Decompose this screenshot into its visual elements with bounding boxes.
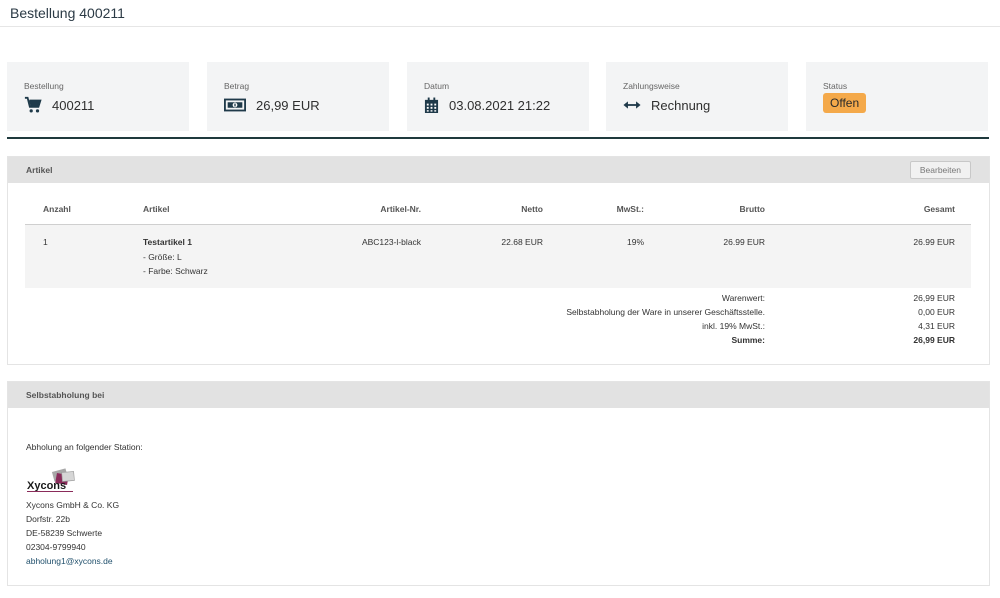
stat-label-amount: Betrag	[224, 81, 250, 91]
page-header: Bestellung 400211	[0, 0, 1000, 27]
summary-value-pickup: 0,00 EUR	[918, 307, 955, 317]
cell-article-option-size: - Größe: L	[143, 252, 182, 262]
page-title: Bestellung 400211	[10, 5, 125, 21]
stat-label-status: Status	[823, 81, 848, 91]
cart-icon	[24, 96, 42, 113]
cell-total: 26.99 EUR	[913, 237, 955, 247]
items-panel-title: Artikel	[26, 165, 53, 175]
status-badge: Offen	[823, 93, 867, 113]
xycons-logo-text: Xycons	[27, 480, 66, 492]
summary-value-total: 26,99 EUR	[913, 335, 955, 345]
money-icon	[224, 98, 246, 112]
pickup-phone: 02304-9799940	[26, 542, 86, 552]
cell-article-option-color: - Farbe: Schwarz	[143, 266, 208, 276]
pickup-panel: Selbstabholung bei Abholung an folgender…	[7, 381, 990, 586]
pickup-panel-title: Selbstabholung bei	[26, 390, 105, 400]
pickup-city: DE-58239 Schwerte	[26, 528, 103, 538]
col-header-sku: Artikel-Nr.	[380, 204, 421, 214]
stat-value-date: 03.08.2021 21:22	[449, 97, 551, 113]
cell-net: 22.68 EUR	[501, 237, 543, 247]
pickup-company: Xycons GmbH & Co. KG	[26, 500, 120, 510]
order-summary-cards: Bestellung 400211 Betrag 26,99 EUR Datum	[7, 62, 989, 139]
calendar-icon	[424, 97, 439, 113]
xycons-logo: Xycons	[27, 468, 75, 492]
stat-value-order: 400211	[52, 97, 95, 113]
stat-card-order: Bestellung 400211	[7, 62, 189, 131]
items-panel-header: Artikel Bearbeiten	[8, 157, 989, 183]
cell-qty: 1	[43, 237, 48, 247]
stat-card-status: Status Offen	[806, 62, 988, 131]
pickup-email-link[interactable]: abholung1@xycons.de	[26, 556, 113, 566]
summary-value-goods: 26,99 EUR	[913, 293, 955, 303]
col-header-gross: Brutto	[739, 204, 766, 214]
summary-label-total: Summe:	[731, 335, 765, 345]
pickup-intro: Abholung an folgender Station:	[26, 442, 143, 452]
summary-label-goods: Warenwert:	[721, 293, 765, 303]
stat-card-amount: Betrag 26,99 EUR	[207, 62, 389, 131]
pickup-panel-header: Selbstabholung bei	[8, 382, 989, 408]
cell-vat: 19%	[626, 237, 644, 247]
stat-value-payment: Rechnung	[651, 97, 711, 113]
stat-card-payment: Zahlungsweise Rechnung	[606, 62, 788, 131]
summary-label-pickup: Selbstabholung der Ware in unserer Gesch…	[566, 307, 765, 317]
stat-card-date: Datum 03.08.2021 21:22	[407, 62, 589, 131]
col-header-article: Artikel	[143, 204, 170, 214]
pickup-street: Dorfstr. 22b	[26, 514, 70, 524]
col-header-net: Netto	[521, 204, 543, 214]
edit-button[interactable]: Bearbeiten	[909, 161, 971, 179]
cell-article-name: Testartikel 1	[143, 237, 192, 247]
col-header-vat: MwSt.:	[616, 204, 644, 214]
stat-label-date: Datum	[424, 81, 450, 91]
cell-gross: 26.99 EUR	[723, 237, 765, 247]
col-header-total: Gesamt	[923, 204, 955, 214]
summary-value-vat: 4,31 EUR	[918, 321, 955, 331]
arrows-horizontal-icon	[623, 101, 641, 109]
summary-label-vat: inkl. 19% MwSt.:	[702, 321, 765, 331]
cell-sku: ABC123-l-black	[361, 237, 421, 247]
stat-value-amount: 26,99 EUR	[256, 97, 320, 113]
items-panel: Artikel Bearbeiten Anzahl Artikel Artike…	[7, 156, 990, 365]
col-header-qty: Anzahl	[43, 204, 71, 214]
stat-label-payment: Zahlungsweise	[623, 81, 680, 91]
stat-label-order: Bestellung	[24, 81, 64, 91]
